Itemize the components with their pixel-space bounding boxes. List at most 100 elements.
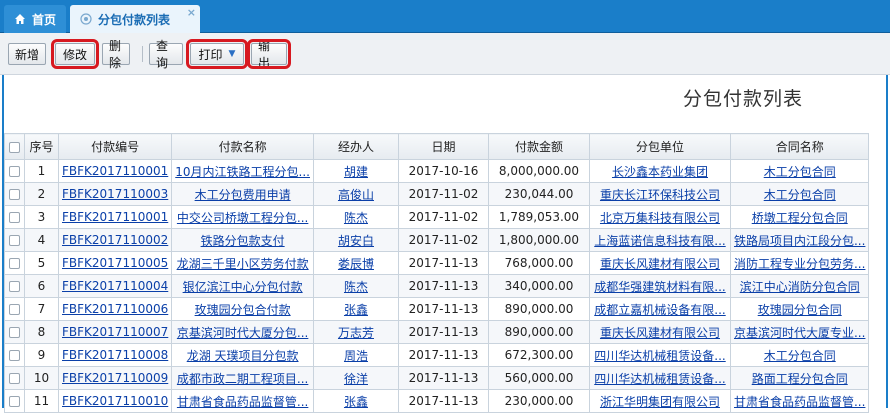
contract-link[interactable]: 路面工程分包合同 [729,366,870,390]
payment-name-link[interactable]: 10月内江铁路工程分包... [171,159,314,183]
col-header-handler: 经办人 [312,133,399,160]
row-checkbox[interactable] [4,251,25,275]
table-row[interactable]: 6 FBFK2017110004 银亿滨江中心分包付款 陈杰 2017-11-13 340… [4,274,870,298]
contract-link[interactable]: 甘肃省食品药品监督管... [729,389,870,413]
payment-name-link[interactable]: 铁路分包款支付 [171,228,314,252]
date-cell: 2017-11-13 [397,274,489,298]
row-checkbox[interactable] [4,297,25,321]
amount-cell: 8,000,000.00 [487,159,590,183]
subcontractor-link[interactable]: 北京万集科技有限公司 [588,205,731,229]
handler-link[interactable]: 张鑫 [312,297,399,321]
contract-link[interactable]: 木工分包合同 [729,159,870,183]
tab-home[interactable]: 首页 [4,5,66,33]
handler-link[interactable]: 胡安白 [312,228,399,252]
handler-link[interactable]: 陈杰 [312,205,399,229]
table-row[interactable]: 10 FBFK2017110009 成都市政二期工程项目... 徐洋 2017-11-1… [4,366,870,390]
table-row[interactable]: 8 FBFK2017110007 京基滨河时代大厦分包... 万志芳 2017-11-1… [4,320,870,344]
row-checkbox[interactable] [4,228,25,252]
row-index: 11 [24,389,59,413]
contract-link[interactable]: 木工分包合同 [729,182,870,206]
payment-no-link[interactable]: FBFK2017110004 [57,274,173,298]
date-cell: 2017-11-02 [397,228,489,252]
contract-link[interactable]: 玫瑰园分包合同 [729,297,870,321]
row-index: 3 [24,205,59,229]
payment-no-link[interactable]: FBFK2017110007 [57,320,173,344]
payment-name-link[interactable]: 中交公司桥墩工程分包... [171,205,314,229]
payment-name-link[interactable]: 玫瑰园分包合付款 [171,297,314,321]
row-checkbox[interactable] [4,205,25,229]
payment-name-link[interactable]: 龙湖 天璞项目分包款 [171,343,314,367]
subcontractor-link[interactable]: 上海蓝诺信息科技有限... [588,228,731,252]
subcontractor-link[interactable]: 重庆长风建材有限公司 [588,320,731,344]
subcontractor-link[interactable]: 重庆长江环保科技公司 [588,182,731,206]
payment-no-link[interactable]: FBFK2017110008 [57,343,173,367]
row-checkbox[interactable] [4,366,25,390]
handler-link[interactable]: 娄辰博 [312,251,399,275]
table-header-row: 序号 付款编号 付款名称 经办人 日期 付款金额 分包单位 合同名称 [4,133,870,160]
payment-name-link[interactable]: 银亿滨江中心分包付款 [171,274,314,298]
payment-no-link[interactable]: FBFK2017110006 [57,297,173,321]
table-row[interactable]: 7 FBFK2017110006 玫瑰园分包合付款 张鑫 2017-11-13 890,0… [4,297,870,321]
payment-no-link[interactable]: FBFK2017110001 [57,205,173,229]
add-button[interactable]: 新增 [8,43,46,65]
contract-link[interactable]: 消防工程专业分包劳务... [729,251,870,275]
contract-link[interactable]: 铁路局项目内江段分包... [729,228,870,252]
subcontractor-link[interactable]: 成都华强建筑材料有限... [588,274,731,298]
print-button[interactable]: 打印 ▼ [186,39,248,69]
edit-button[interactable]: 修改 [51,39,99,69]
subcontractor-link[interactable]: 长沙鑫本药业集团 [588,159,731,183]
handler-link[interactable]: 万志芳 [312,320,399,344]
handler-link[interactable]: 胡建 [312,159,399,183]
table-row[interactable]: 5 FBFK2017110005 龙湖三千里小区劳务付款 娄辰博 2017-11-13 7… [4,251,870,275]
subcontractor-link[interactable]: 重庆长风建材有限公司 [588,251,731,275]
table-row[interactable]: 9 FBFK2017110008 龙湖 天璞项目分包款 周浩 2017-11-13 672… [4,343,870,367]
select-all-checkbox[interactable] [4,133,25,160]
handler-link[interactable]: 高俊山 [312,182,399,206]
subcontractor-link[interactable]: 四川华达机械租赁设备... [588,343,731,367]
payment-name-link[interactable]: 甘肃省食品药品监督管... [171,389,314,413]
handler-link[interactable]: 陈杰 [312,274,399,298]
subcontractor-link[interactable]: 成都立嘉机械设备有限... [588,297,731,321]
row-checkbox[interactable] [4,274,25,298]
contract-link[interactable]: 木工分包合同 [729,343,870,367]
subcontractor-link[interactable]: 浙江华明集团有限公司 [588,389,731,413]
subcontractor-link[interactable]: 四川华达机械租赁设备... [588,366,731,390]
payment-no-link[interactable]: FBFK2017110009 [57,366,173,390]
payment-name-link[interactable]: 成都市政二期工程项目... [171,366,314,390]
contract-link[interactable]: 桥墩工程分包合同 [729,205,870,229]
table-row[interactable]: 3 FBFK2017110001 中交公司桥墩工程分包... 陈杰 2017-11-02… [4,205,870,229]
payment-no-link[interactable]: FBFK2017110005 [57,251,173,275]
payment-no-link[interactable]: FBFK2017110001 [57,159,173,183]
amount-cell: 1,789,053.00 [487,205,590,229]
tab-home-label: 首页 [32,12,57,27]
col-header-amount: 付款金额 [487,133,590,160]
contract-link[interactable]: 京基滨河时代大厦专业... [729,320,870,344]
payment-no-link[interactable]: FBFK2017110002 [57,228,173,252]
payment-name-link[interactable]: 龙湖三千里小区劳务付款 [171,251,314,275]
handler-link[interactable]: 徐洋 [312,366,399,390]
date-cell: 2017-11-13 [397,389,489,413]
query-button[interactable]: 查询 [149,39,183,70]
table-row[interactable]: 4 FBFK2017110002 铁路分包款支付 胡安白 2017-11-02 1,800… [4,228,870,252]
table-row[interactable]: 2 FBFK2017110003 木工分包费用申请 高俊山 2017-11-02 230,… [4,182,870,206]
payment-name-link[interactable]: 京基滨河时代大厦分包... [171,320,314,344]
handler-link[interactable]: 周浩 [312,343,399,367]
toolbar: 新增 修改 删除 查询 打印 ▼ 输出 [0,33,890,75]
handler-link[interactable]: 张鑫 [312,389,399,413]
payment-name-link[interactable]: 木工分包费用申请 [171,182,314,206]
delete-button[interactable]: 删除 [102,39,130,70]
row-index: 7 [24,297,59,321]
table-row[interactable]: 1 FBFK2017110001 10月内江铁路工程分包... 胡建 2017-10-1… [4,159,870,183]
table-row[interactable]: 11 FBFK2017110010 甘肃省食品药品监督管... 张鑫 2017-11-1… [4,389,870,413]
row-checkbox[interactable] [4,389,25,413]
payment-no-link[interactable]: FBFK2017110003 [57,182,173,206]
row-checkbox[interactable] [4,182,25,206]
row-checkbox[interactable] [4,343,25,367]
payment-no-link[interactable]: FBFK2017110010 [57,389,173,413]
contract-link[interactable]: 滨江中心消防分包合同 [729,274,870,298]
row-checkbox[interactable] [4,320,25,344]
export-button[interactable]: 输出 [247,39,291,70]
row-checkbox[interactable] [4,159,25,183]
tab-payment-list[interactable]: 分包付款列表 × [70,5,200,33]
close-icon[interactable]: × [187,6,196,19]
